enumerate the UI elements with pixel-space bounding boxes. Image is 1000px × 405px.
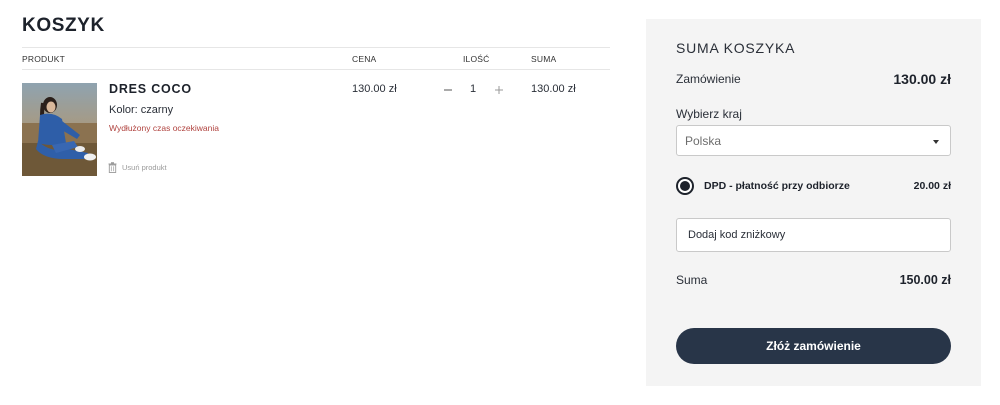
- sum-label: Suma: [676, 273, 708, 287]
- place-order-button[interactable]: Złóż zamówienie: [676, 328, 951, 364]
- product-color-label: Kolor:: [109, 104, 138, 116]
- radio-selected-dot: [680, 181, 690, 191]
- order-value: 130.00 zł: [893, 71, 951, 87]
- header-product: PRODUKT: [22, 54, 65, 64]
- discount-code-placeholder: Dodaj kod zniżkowy: [688, 229, 786, 241]
- caret-down-icon: [933, 140, 939, 144]
- remove-product-button[interactable]: Usuń produkt: [108, 162, 167, 173]
- summary-title: SUMA KOSZYKA: [676, 40, 796, 56]
- product-name[interactable]: DRES COCO: [109, 82, 192, 96]
- plus-icon: [495, 86, 503, 94]
- minus-icon: [444, 89, 452, 91]
- delivery-warning: Wydłużony czas oczekiwania: [109, 123, 219, 133]
- product-image[interactable]: [22, 83, 97, 176]
- cart-table-header: PRODUKT CENA ILOŚĆ SUMA: [22, 47, 610, 70]
- cart-summary-panel: SUMA KOSZYKA Zamówienie 130.00 zł Wybier…: [646, 19, 981, 386]
- country-select[interactable]: Polska: [676, 125, 951, 156]
- page-title: KOSZYK: [22, 15, 105, 36]
- sum-value: 150.00 zł: [899, 273, 951, 287]
- quantity-decrease-button[interactable]: [442, 83, 454, 95]
- trash-icon: [108, 162, 117, 173]
- order-label: Zamówienie: [676, 72, 741, 86]
- country-label: Wybierz kraj: [676, 107, 742, 121]
- discount-code-field[interactable]: Dodaj kod zniżkowy: [676, 218, 951, 252]
- product-color-value: czarny: [140, 104, 174, 116]
- shipping-price: 20.00 zł: [913, 180, 951, 192]
- header-price: CENA: [352, 54, 377, 64]
- country-selected-value: Polska: [685, 134, 722, 148]
- quantity-value[interactable]: 1: [470, 83, 476, 95]
- shipping-radio[interactable]: [676, 177, 694, 195]
- line-total: 130.00 zł: [531, 83, 576, 95]
- quantity-increase-button[interactable]: [493, 83, 505, 95]
- shipping-option-label[interactable]: DPD - płatność przy odbiorze: [704, 180, 850, 192]
- place-order-label: Złóż zamówienie: [766, 339, 861, 353]
- header-quantity: ILOŚĆ: [463, 54, 490, 64]
- remove-product-label: Usuń produkt: [122, 163, 167, 172]
- product-price: 130.00 zł: [352, 83, 397, 95]
- header-total: SUMA: [531, 54, 557, 64]
- product-color: Kolor: czarny: [109, 104, 173, 116]
